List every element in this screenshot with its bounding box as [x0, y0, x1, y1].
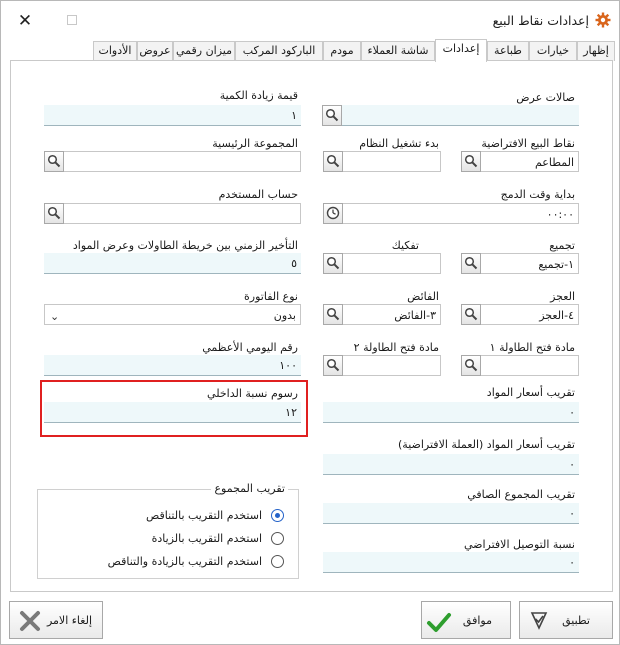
halat-ard-field[interactable]	[323, 105, 579, 126]
ok-button[interactable]: موافق	[421, 601, 511, 639]
user-account-label: حساب المستخدم	[218, 188, 298, 201]
open-table-1-label: مادة فتح الطاولة ١	[489, 341, 575, 354]
tab-modem[interactable]: مودم	[323, 41, 361, 61]
magnifier-icon	[464, 154, 478, 168]
magnifier-icon	[47, 206, 61, 220]
radio-unselected[interactable]	[271, 555, 284, 568]
default-pos-lookup-button[interactable]	[461, 151, 481, 172]
qty-increase-label: قيمة زيادة الكمية	[219, 89, 298, 102]
surplus-label: الفائض	[407, 290, 439, 303]
total-rounding-group: تقريب المجموع استخدم التقريب بالتناقص اس…	[37, 482, 299, 579]
main-group-lookup-button[interactable]	[44, 151, 64, 172]
open-table-1-lookup-button[interactable]	[461, 355, 481, 376]
price-rounding-label: تقريب أسعار المواد	[486, 386, 575, 399]
tab-options[interactable]: خيارات	[529, 41, 577, 61]
tab-customer-screen[interactable]: شاشة العملاء	[361, 41, 435, 61]
merge-start-time-button[interactable]	[323, 203, 343, 224]
open-table-2-label: مادة فتح الطاولة ٢	[353, 341, 439, 354]
rounding-option-increase-label: استخدم التقريب بالزيادة	[151, 532, 262, 545]
max-daily-field[interactable]: ١٠٠	[44, 355, 301, 376]
magnifier-icon	[464, 358, 478, 372]
magnifier-icon	[326, 154, 340, 168]
apply-icon	[530, 612, 548, 630]
main-group-label: المجموعة الرئيسية	[212, 137, 298, 150]
close-window-button[interactable]: ✕	[15, 11, 35, 31]
clock-icon	[326, 206, 340, 220]
user-account-field[interactable]	[44, 203, 301, 224]
gear-icon	[595, 12, 611, 28]
disassemble-lookup-button[interactable]	[323, 253, 343, 274]
rounding-option-both-label: استخدم التقريب بالزيادة والتناقص	[107, 555, 262, 568]
grouping-lookup-button[interactable]	[461, 253, 481, 274]
chevron-down-icon: ⌄	[50, 310, 60, 323]
invoice-type-value: بدون	[273, 309, 296, 322]
merge-start-field[interactable]: ٠٠:٠٠	[323, 203, 579, 224]
cancel-button[interactable]: إلغاء الامر	[9, 601, 103, 639]
delivery-ratio-field[interactable]: ٠	[323, 552, 579, 573]
net-total-rounding-field[interactable]: ٠	[323, 503, 579, 524]
halat-ard-label: صالات عرض	[516, 91, 575, 104]
magnifier-icon	[325, 108, 339, 122]
invoice-type-select[interactable]: بدون ⌄	[44, 304, 301, 325]
apply-button[interactable]: تطبيق	[519, 601, 613, 639]
apply-button-label: تطبيق	[562, 614, 590, 627]
net-total-rounding-label: تقريب المجموع الصافي	[467, 488, 575, 501]
surplus-lookup-button[interactable]	[323, 304, 343, 325]
total-rounding-group-title: تقريب المجموع	[211, 482, 288, 495]
radio-unselected[interactable]	[271, 532, 284, 545]
magnifier-icon	[326, 256, 340, 270]
deficit-label: العجز	[550, 290, 575, 303]
cancel-button-label: إلغاء الامر	[46, 614, 92, 627]
internal-fee-label: رسوم نسبة الداخلي	[207, 387, 298, 400]
grouping-label: تجميع	[549, 239, 575, 252]
user-account-lookup-button[interactable]	[44, 203, 64, 224]
tab-offers[interactable]: عروض	[137, 41, 173, 61]
magnifier-icon	[326, 307, 340, 321]
tab-strip: إظهار خيارات طباعة إعدادات شاشة العملاء …	[91, 39, 615, 62]
tab-tools[interactable]: الأدوات	[93, 41, 137, 61]
price-rounding-default-label: تقريب أسعار المواد (العملة الافتراضية)	[398, 438, 575, 451]
tab-composite-barcode[interactable]: الباركود المركب	[235, 41, 323, 61]
default-pos-label: نقاط البيع الافتراضية	[481, 137, 575, 150]
delay-label: التأخير الزمني بين خريطة الطاولات وعرض ا…	[72, 239, 298, 252]
tab-display[interactable]: إظهار	[577, 41, 615, 61]
rounding-option-decrease-label: استخدم التقريب بالتناقص	[146, 509, 262, 522]
price-rounding-default-field[interactable]: ٠	[323, 454, 579, 475]
halat-ard-lookup-button[interactable]	[322, 105, 342, 126]
checkmark-icon	[427, 613, 451, 632]
open-table-2-lookup-button[interactable]	[323, 355, 343, 376]
tab-settings[interactable]: إعدادات	[435, 39, 487, 62]
ok-button-label: موافق	[462, 614, 492, 627]
rounding-option-decrease[interactable]: استخدم التقريب بالتناقص	[84, 507, 284, 525]
max-daily-label: رقم اليومي الأعظمي	[202, 341, 298, 354]
qty-increase-field[interactable]: ١	[44, 105, 301, 126]
title-bar: إعدادات نقاط البيع ✕	[1, 1, 619, 39]
main-group-field[interactable]	[44, 151, 301, 172]
tab-print[interactable]: طباعة	[487, 41, 529, 61]
startup-label: بدء تشغيل النظام	[359, 137, 439, 150]
disassemble-label: تفكيك	[391, 239, 419, 252]
merge-start-label: بداية وقت الدمج	[500, 188, 575, 201]
radio-selected[interactable]	[271, 509, 284, 522]
deficit-lookup-button[interactable]	[461, 304, 481, 325]
maximize-button[interactable]	[67, 15, 77, 25]
delay-field[interactable]: ٥	[44, 253, 301, 274]
internal-fee-field[interactable]: ١٢	[44, 402, 301, 423]
invoice-type-label: نوع الفاتورة	[244, 290, 298, 303]
tab-digital-scale[interactable]: ميزان رقمي	[173, 41, 235, 61]
magnifier-icon	[326, 358, 340, 372]
rounding-option-both[interactable]: استخدم التقريب بالزيادة والتناقص	[84, 553, 284, 571]
magnifier-icon	[47, 154, 61, 168]
magnifier-icon	[464, 256, 478, 270]
window-title: إعدادات نقاط البيع	[492, 13, 589, 28]
rounding-option-increase[interactable]: استخدم التقريب بالزيادة	[84, 530, 284, 548]
magnifier-icon	[464, 307, 478, 321]
startup-lookup-button[interactable]	[323, 151, 343, 172]
x-mark-icon	[20, 611, 40, 631]
price-rounding-field[interactable]: ٠	[323, 402, 579, 423]
settings-window: إعدادات نقاط البيع ✕ إظهار خيارات طباعة …	[0, 0, 620, 645]
delivery-ratio-label: نسبة التوصيل الافتراضي	[463, 538, 575, 551]
